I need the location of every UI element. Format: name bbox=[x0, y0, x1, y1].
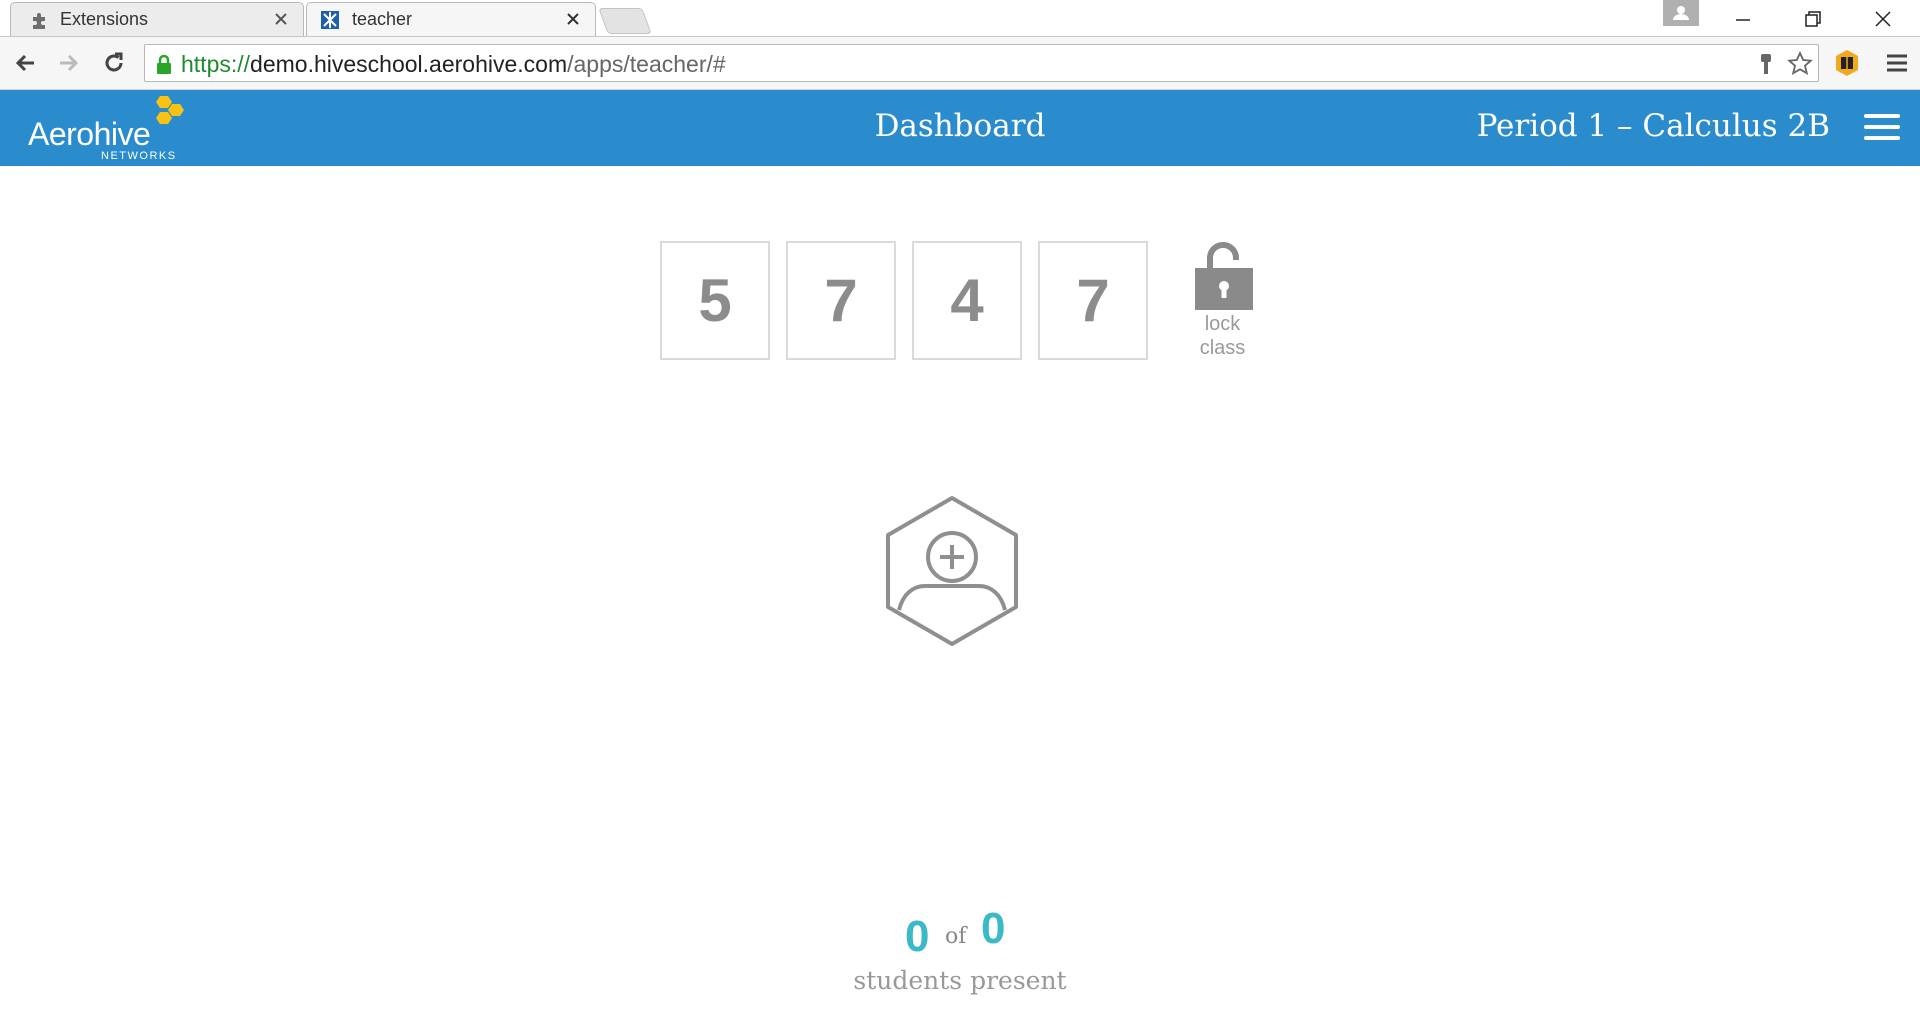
students-present-count: 0 bbox=[905, 912, 930, 961]
of-label: of bbox=[945, 924, 967, 949]
lock-label: lock bbox=[1204, 313, 1241, 335]
minimize-window-icon[interactable] bbox=[1730, 6, 1756, 32]
close-window-icon[interactable] bbox=[1870, 6, 1896, 32]
class-code-digit: 7 bbox=[786, 241, 896, 360]
close-tab-icon[interactable] bbox=[564, 10, 582, 28]
back-arrow-icon[interactable] bbox=[12, 49, 40, 77]
tab-extensions[interactable]: Extensions bbox=[10, 2, 304, 36]
tab-teacher[interactable]: teacher bbox=[306, 2, 596, 36]
tab-label: Extensions bbox=[60, 8, 149, 29]
class-code-digit: 5 bbox=[660, 241, 770, 360]
class-code-digit: 7 bbox=[1038, 241, 1148, 360]
restore-window-icon[interactable] bbox=[1800, 6, 1826, 32]
hamburger-menu-icon[interactable] bbox=[1864, 114, 1900, 142]
secure-lock-icon bbox=[157, 54, 171, 74]
students-total-count: 0 bbox=[981, 904, 1006, 953]
new-tab-button[interactable] bbox=[598, 8, 652, 34]
extension-book-icon[interactable] bbox=[1832, 48, 1862, 78]
key-icon[interactable] bbox=[1755, 51, 1781, 77]
person-icon bbox=[1673, 6, 1689, 20]
logo-subtext: NETWORKS bbox=[101, 150, 177, 162]
forward-arrow-icon[interactable] bbox=[54, 49, 82, 77]
class-code-digit: 4 bbox=[912, 241, 1022, 360]
class-selector[interactable]: Period 1 – Calculus 2B bbox=[1477, 108, 1830, 144]
reload-icon[interactable] bbox=[100, 49, 128, 77]
chrome-menu-icon[interactable] bbox=[1882, 48, 1912, 78]
bookmark-star-icon[interactable] bbox=[1787, 51, 1813, 77]
students-present-label: students present bbox=[853, 966, 1067, 995]
unlocked-padlock-icon bbox=[1194, 242, 1253, 310]
address-bar[interactable]: https://demo.hiveschool.aerohive.com/app… bbox=[144, 44, 1819, 82]
hiveschool-favicon-icon bbox=[321, 11, 339, 29]
browser-tab-strip: Extensions teacher bbox=[0, 0, 1920, 37]
lock-label: class bbox=[1199, 337, 1246, 359]
lock-class-button[interactable]: lock class bbox=[1185, 240, 1260, 365]
attendance-summary: 0 of 0 students present bbox=[0, 904, 1920, 995]
puzzle-icon bbox=[33, 13, 45, 29]
app-header: Aerohive NETWORKS Dashboard Period 1 – C… bbox=[0, 90, 1920, 166]
tab-label: teacher bbox=[352, 8, 413, 29]
profile-button[interactable] bbox=[1663, 0, 1699, 26]
add-student-icon[interactable] bbox=[884, 495, 1020, 647]
close-tab-icon[interactable] bbox=[272, 10, 290, 28]
browser-toolbar: https://demo.hiveschool.aerohive.com/app… bbox=[0, 37, 1920, 90]
url-text: https://demo.hiveschool.aerohive.com/app… bbox=[181, 51, 726, 77]
